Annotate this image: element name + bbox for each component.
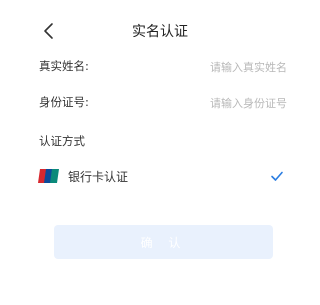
verification-method-label: 认证方式: [39, 134, 85, 148]
name-input[interactable]: [117, 54, 287, 80]
name-label: 真实姓名:: [39, 59, 89, 73]
checkmark-icon: [271, 171, 283, 181]
unionpay-icon: [38, 169, 59, 183]
name-row: 真实姓名:: [0, 50, 320, 86]
confirm-button[interactable]: 确 认: [54, 225, 273, 259]
bank-card-method-label: 银行卡认证: [68, 170, 129, 184]
id-number-input[interactable]: [117, 90, 287, 116]
page-title: 实名认证: [132, 24, 188, 40]
bank-card-method-option[interactable]: 银行卡认证: [0, 160, 320, 192]
id-number-label: 身份证号:: [39, 95, 89, 109]
id-number-row: 身份证号:: [0, 86, 320, 122]
